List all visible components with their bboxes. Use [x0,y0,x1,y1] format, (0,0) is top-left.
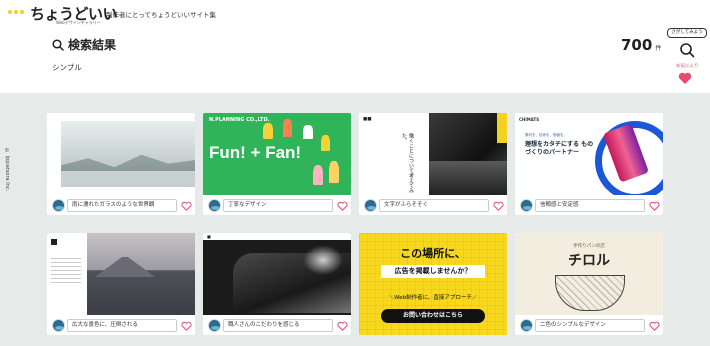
heart-icon[interactable] [337,201,348,211]
logo-dots-icon [8,10,24,14]
avatar [52,319,65,332]
copyright: © Ippiatsora Inc. [4,148,10,192]
heart-icon[interactable] [649,201,660,211]
result-count-unit: 件 [655,45,662,52]
card-tag[interactable]: 丁寧なデザイン [223,199,333,212]
search-keyword: シンプル [52,63,82,72]
site-card[interactable]: 雨に濡れたガラスのような世界観 [47,113,195,215]
thumb-headline: チロル [568,253,610,269]
card-footer: 広大な景色に、圧倒される [47,317,195,335]
site-thumbnail[interactable]: 手作りパンの店 チロル [515,233,663,315]
favorites-heart-icon[interactable] [678,72,692,84]
site-card[interactable]: ■ 職人さんのこだわりを感じる [203,233,351,335]
card-footer: 文字がふらそそぐ [359,197,507,215]
heart-icon[interactable] [649,321,660,331]
site-thumbnail[interactable]: ■ [203,233,351,315]
card-tag[interactable]: 二色のシンプルなデザイン [535,319,645,332]
site-card[interactable]: ■■ 働くことについて考えてみた。 文字がふらそそぐ [359,113,507,215]
heart-icon[interactable] [181,321,192,331]
result-count-number: 700 [621,36,653,54]
ad-subheadline: 広告を掲載しませんか？ [381,265,485,278]
avatar [208,319,221,332]
site-card[interactable]: N.PLANNING CO.,LTD. Fun! + Fan! 丁寧なデザイン [203,113,351,215]
site-card[interactable]: CHIMATS 素材を、技術を、価値を。 理想をカタチにする ものづくりのパート… [515,113,663,215]
ad-headline: この場所に、 [400,247,466,260]
site-card[interactable]: 広大な景色に、圧倒される [47,233,195,335]
result-count: 700 件 [621,36,661,54]
site-thumbnail[interactable]: ■■ 働くことについて考えてみた。 [359,113,507,195]
ad-contact-button[interactable]: お問い合わせはこちら [381,309,485,323]
thumb-vertical-text: 働くことについて考えてみた。 [401,133,414,193]
thumb-headline: Fun! + Fan! [209,143,302,162]
page-title: 検索結果 [68,38,117,52]
ad-card[interactable]: この場所に、 広告を掲載しませんか？ ＼Web制作者に、直接アプローチ／ お問い… [359,233,507,335]
thumb-logo: ■■ [363,117,372,122]
avatar [208,199,221,212]
avatar [364,199,377,212]
favorites-label[interactable]: お気に入り [676,63,699,69]
card-footer: 職人さんのこだわりを感じる [203,317,351,335]
thumb-logo: CHIMATS [519,117,540,122]
ad-caption: ＼Web制作者に、直接アプローチ／ [388,295,478,301]
site-thumbnail[interactable] [47,233,195,315]
card-tag[interactable]: 広大な景色に、圧倒される [67,319,177,332]
heart-icon[interactable] [493,201,504,211]
thumb-small-text: 手作りパンの店 [573,244,605,249]
card-tag[interactable]: 雨に濡れたガラスのような世界観 [67,199,177,212]
site-tagline: 制作者にとってちょうどいいサイト集 [106,11,216,19]
thumb-logo: ■ [207,234,211,239]
site-thumbnail[interactable]: N.PLANNING CO.,LTD. Fun! + Fan! [203,113,351,195]
card-tag[interactable]: 職人さんのこだわりを感じる [223,319,333,332]
heart-icon[interactable] [337,321,348,331]
search-icon [52,38,64,51]
search-results-heading: 検索結果 [52,36,116,53]
card-footer: 雨に濡れたガラスのような世界観 [47,197,195,215]
search-bubble-label: さがしてみよう [667,28,707,38]
search-icon[interactable] [679,42,695,58]
heart-icon[interactable] [181,201,192,211]
site-thumbnail[interactable]: CHIMATS 素材を、技術を、価値を。 理想をカタチにする ものづくりのパート… [515,113,663,195]
thumb-small-text: 素材を、技術を、価値を。 [525,133,567,137]
thumb-brand: N.PLANNING CO.,LTD. [209,117,270,123]
avatar [52,199,65,212]
site-header: ちょうどいい Webデザインギャラリー 制作者にとってちょうどいいサイト集 検索… [0,0,710,93]
card-tag[interactable]: 文字がふらそそぐ [379,199,489,212]
card-footer: 二色のシンプルなデザイン [515,317,663,335]
card-tag[interactable]: 信頼感と安定感 [535,199,645,212]
site-logo-subtitle: Webデザインギャラリー [56,20,101,25]
avatar [520,319,533,332]
card-footer: 信頼感と安定感 [515,197,663,215]
avatar [520,199,533,212]
site-card[interactable]: 手作りパンの店 チロル 二色のシンプルなデザイン [515,233,663,335]
site-thumbnail[interactable] [47,113,195,195]
thumb-headline: 理想をカタチにする ものづくりのパートナー [525,141,594,156]
card-footer: 丁寧なデザイン [203,197,351,215]
